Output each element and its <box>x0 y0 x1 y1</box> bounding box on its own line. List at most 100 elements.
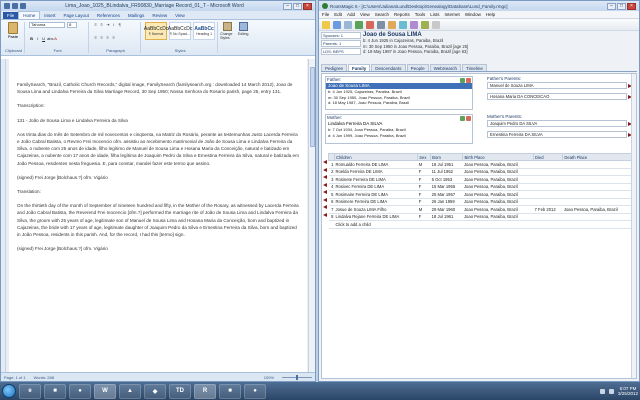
add-child-row[interactable]: Click to add a child <box>328 220 634 229</box>
table-row[interactable]: 2 Roelda Ferreira DE LIMA F 11 Jul 1952 … <box>328 168 634 176</box>
tab-insert[interactable]: Insert <box>40 12 59 19</box>
navigate-arrow-icon[interactable] <box>323 167 327 172</box>
report-icon[interactable] <box>410 20 418 29</box>
font-color-icon[interactable]: A <box>53 36 58 41</box>
settings-icon[interactable] <box>432 20 440 29</box>
maximize-button[interactable]: □ <box>617 2 626 10</box>
change-styles-button[interactable]: Change Styles <box>220 22 234 53</box>
menu-file[interactable]: File <box>322 12 329 17</box>
taskbar-media[interactable]: ● <box>69 383 91 399</box>
tab-view[interactable]: View <box>171 12 189 19</box>
paternal-grandfather[interactable]: Manuel de Souza LIMA <box>487 82 632 89</box>
taskbar-rootsmagic[interactable]: R <box>194 383 216 399</box>
align-right-icon[interactable]: ≡ <box>105 35 110 40</box>
table-row[interactable]: 1 Romualdo Ferreira DE LIMA M 18 Jul 195… <box>328 160 634 169</box>
tab-home[interactable]: Home <box>18 11 41 19</box>
tab-page-layout[interactable]: Page Layout <box>60 12 93 19</box>
maternal-grandmother[interactable]: Ernestina Ferreira DA SILVA <box>487 131 632 138</box>
pilcrow-icon[interactable]: ¶ <box>117 22 122 27</box>
table-row[interactable]: 4 Rosivec Ferreira DE LIMA F 15 Mar 1955… <box>328 183 634 191</box>
tab-descendants[interactable]: Descendants <box>371 64 406 71</box>
father-box[interactable]: Father: Joao de Sousa LIMA b: 4 Jun 1925… <box>325 76 473 110</box>
table-row[interactable]: 5 Rosimaire Ferreira DE LIMA F 25 Mar 19… <box>328 190 634 199</box>
col-sex[interactable]: Sex <box>417 153 432 161</box>
minimize-button[interactable]: – <box>283 2 292 10</box>
menu-help[interactable]: Help <box>486 12 495 17</box>
maternal-grandfather[interactable]: Joaquim Pedro DA SILVA <box>487 120 632 127</box>
editing-button[interactable]: Editing <box>236 22 250 53</box>
page-indicator[interactable]: Page: 1 of 1 <box>4 375 26 380</box>
bullets-icon[interactable]: ≡ <box>93 22 98 27</box>
family-scrollbar[interactable] <box>631 74 636 378</box>
remove-icon[interactable] <box>466 78 471 83</box>
font-size-box[interactable]: 8 <box>67 22 78 28</box>
edit-person-icon[interactable] <box>377 20 385 29</box>
bold-icon[interactable]: B <box>29 36 34 41</box>
network-icon[interactable] <box>599 388 605 394</box>
col-died[interactable]: Died <box>533 153 564 161</box>
menu-internet[interactable]: Internet <box>445 12 460 17</box>
col-death-place[interactable]: Death Place <box>562 153 634 161</box>
tab-file[interactable]: File <box>3 12 19 19</box>
taskbar-app-9[interactable]: ■ <box>219 383 241 399</box>
taskbar-app-10[interactable]: ● <box>244 383 266 399</box>
navigate-arrow-icon[interactable] <box>323 190 327 194</box>
menu-edit[interactable]: Edit <box>334 12 342 17</box>
tab-people[interactable]: People <box>406 64 429 71</box>
menu-tools[interactable]: Tools <box>415 12 426 17</box>
web-icon[interactable] <box>399 20 407 29</box>
paternal-grandmother[interactable]: Hosana Maria DA CONCEICAO <box>487 93 632 100</box>
style-heading-1[interactable]: AaBbCc Heading 1 <box>193 22 216 40</box>
maximize-button[interactable]: □ <box>293 2 302 10</box>
tab-mailings[interactable]: Mailings <box>124 12 149 19</box>
strikethrough-icon[interactable]: abc <box>47 36 53 41</box>
start-button[interactable] <box>2 384 16 398</box>
map-icon[interactable] <box>421 20 429 29</box>
search-icon[interactable] <box>388 20 396 29</box>
sort-icon[interactable]: ↕ <box>111 22 116 27</box>
navigate-arrow-icon[interactable] <box>323 182 327 187</box>
mother-box[interactable]: Mother: Lindalva Ferreira DA SILVA b: 7 … <box>325 114 473 144</box>
font-name-box[interactable]: Tahoma <box>29 22 66 28</box>
add-icon[interactable] <box>460 116 465 121</box>
tab-pedigree[interactable]: Pedigree <box>321 64 348 71</box>
close-button[interactable]: × <box>303 2 312 10</box>
zoom-slider[interactable] <box>282 374 312 380</box>
table-row[interactable]: 6 Rosimere Ferreira DE LIMA F 26 Jan 195… <box>328 198 634 206</box>
tab-timeline[interactable]: Timeline <box>462 64 487 71</box>
taskbar-app-6[interactable]: ◆ <box>144 383 166 399</box>
remove-icon[interactable] <box>466 116 471 121</box>
scrollbar-thumb[interactable] <box>310 67 315 147</box>
table-row[interactable]: 3 Rosinete Ferreira DE LIMA F 5 Oct 1953… <box>328 175 634 184</box>
navigate-arrow-icon[interactable] <box>323 160 327 164</box>
justify-icon[interactable]: ≡ <box>111 35 116 40</box>
numbering-icon[interactable]: ≡ <box>99 22 104 27</box>
menu-reports[interactable]: Reports <box>394 12 410 17</box>
table-row[interactable]: 7 Josue de Souza LIMA Filho M 29 Mar 196… <box>328 205 634 214</box>
tab-websearch[interactable]: WebSearch <box>429 64 462 71</box>
navigate-arrow-icon[interactable] <box>323 175 327 179</box>
save-icon[interactable] <box>12 3 18 9</box>
add-person-icon[interactable] <box>355 20 363 29</box>
col-birth-place[interactable]: Birth Place <box>462 153 535 161</box>
italic-icon[interactable]: I <box>35 36 40 41</box>
zoom-level[interactable]: 100% <box>264 375 274 380</box>
navigate-arrow-icon[interactable] <box>323 197 327 202</box>
save-icon[interactable] <box>333 20 341 29</box>
align-left-icon[interactable]: ≡ <box>93 35 98 40</box>
menu-add[interactable]: Add <box>347 12 355 17</box>
taskbar-word[interactable]: W <box>94 383 116 399</box>
add-child-link[interactable]: Click to add a child <box>334 220 634 229</box>
clock[interactable]: 6:07 PM 3/25/2012 <box>618 386 638 397</box>
paste-button[interactable]: Paste <box>5 22 21 39</box>
taskbar-app-5[interactable]: ▲ <box>119 383 141 399</box>
minimize-button[interactable]: – <box>607 2 616 10</box>
document-page[interactable]: FamilySearch, "Brazil, Catholic Church R… <box>9 59 307 372</box>
tab-review[interactable]: Review <box>148 12 171 19</box>
taskbar-app-7[interactable]: TD <box>169 383 191 399</box>
col-born[interactable]: Born <box>430 153 464 161</box>
navigate-arrow-icon[interactable] <box>323 212 327 217</box>
table-row[interactable]: 8 Lindalva Rejane Ferreira DE LIMA F 18 … <box>328 213 634 221</box>
align-center-icon[interactable]: ≡ <box>99 35 104 40</box>
print-icon[interactable] <box>344 20 352 29</box>
